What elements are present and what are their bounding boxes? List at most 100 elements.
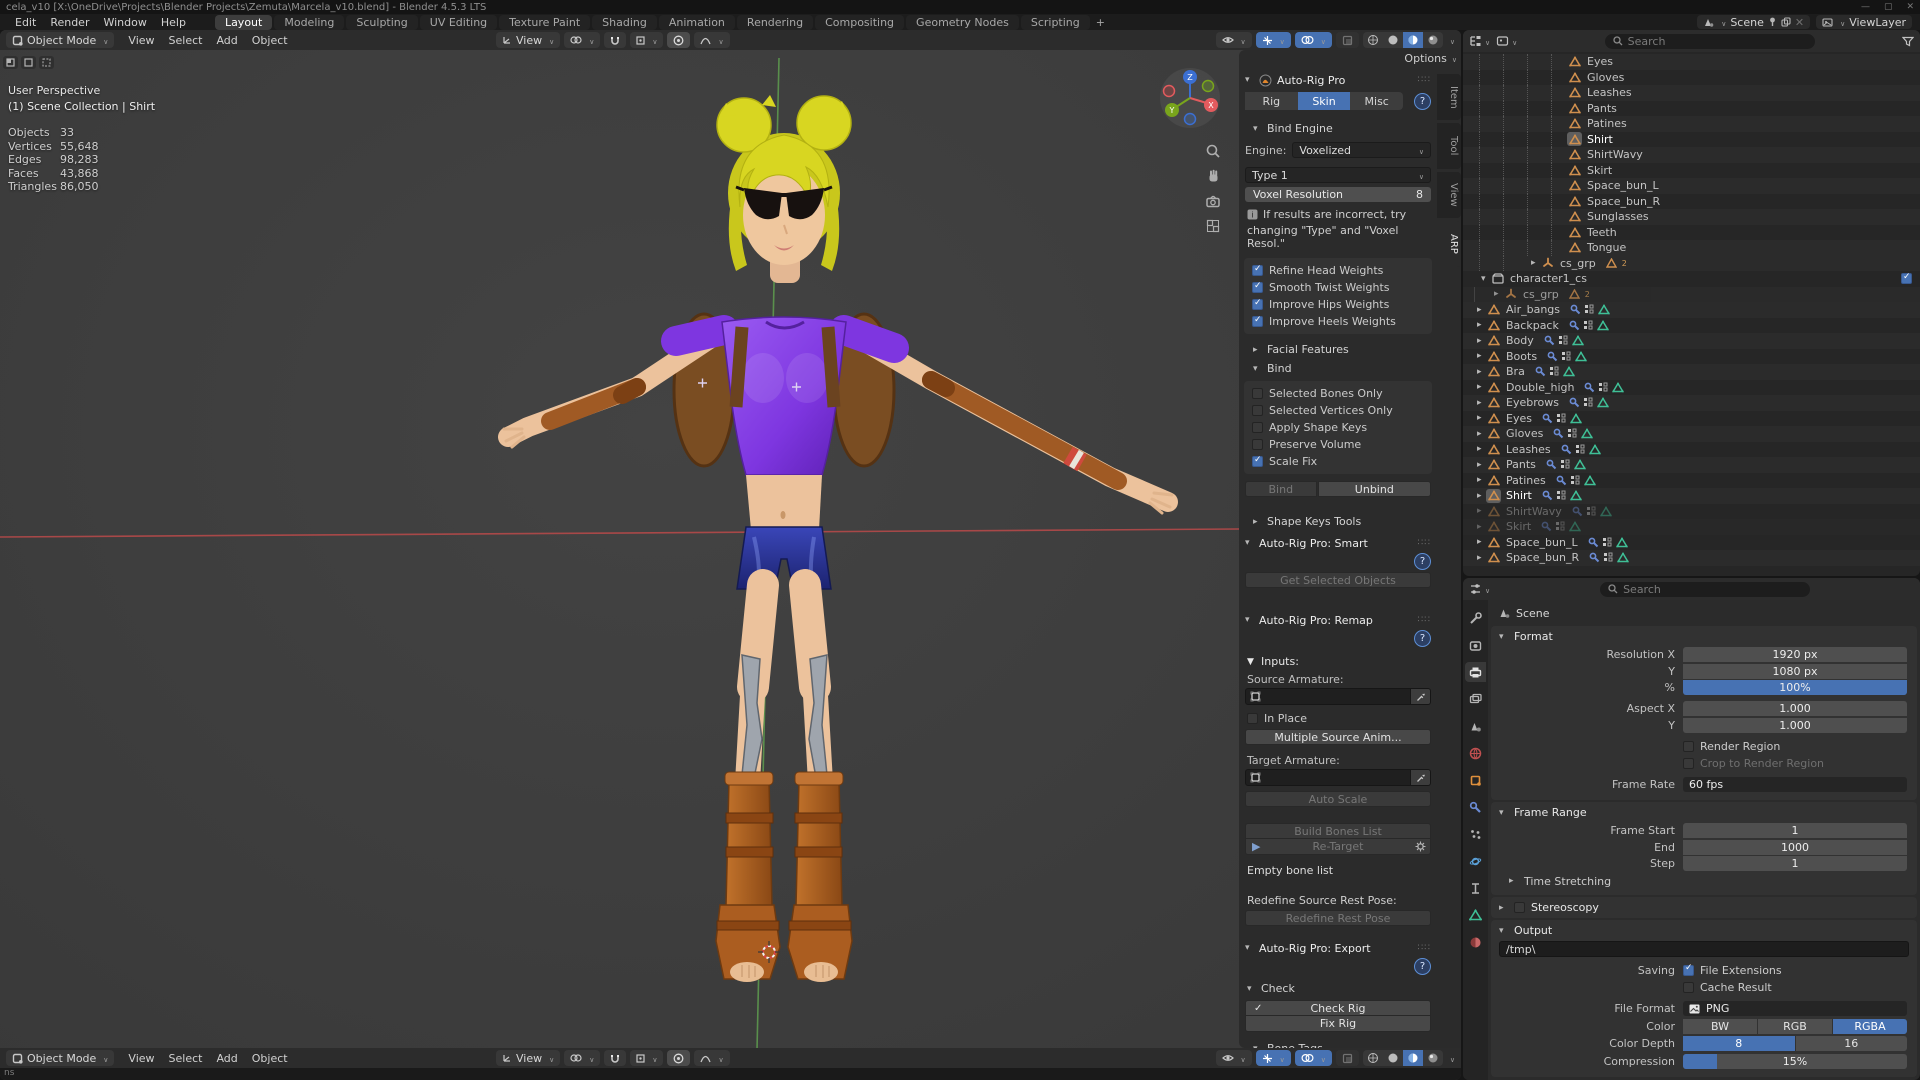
mesh-data-icon[interactable] (1567, 101, 1582, 115)
outliner-row[interactable]: Patines (1463, 116, 1920, 132)
color-mode-option[interactable]: BW (1683, 1019, 1757, 1034)
time-stretching-header[interactable]: ▸ Time Stretching (1491, 873, 1917, 889)
workspace-tab[interactable]: UV Editing (420, 15, 497, 30)
checkbox[interactable] (1252, 299, 1263, 310)
bind-section-header[interactable]: ▾ Bind (1239, 361, 1437, 376)
mesh-data-icon[interactable] (1486, 504, 1501, 518)
expand-icon[interactable]: ▸ (1477, 398, 1486, 408)
mesh-data-icon[interactable] (1567, 132, 1582, 146)
expand-icon[interactable]: ▸ (1477, 444, 1486, 454)
expand-icon[interactable]: ▸ (1494, 289, 1503, 299)
object-name[interactable]: Body (1506, 334, 1534, 347)
collection-icon[interactable] (1490, 272, 1505, 286)
tab-render[interactable] (1465, 635, 1486, 655)
checkbox[interactable] (1252, 405, 1263, 416)
target-armature-field[interactable] (1245, 769, 1411, 786)
search-input[interactable] (1623, 583, 1783, 596)
shape-keys-tools-header[interactable]: ▸ Shape Keys Tools (1239, 514, 1437, 529)
sidebar-tab[interactable]: View (1437, 172, 1461, 218)
frame-start-field[interactable]: 1 (1683, 823, 1907, 838)
object-name[interactable]: Pants (1587, 102, 1617, 115)
gizmos-toggle[interactable] (1256, 32, 1291, 48)
mesh-data-icon[interactable] (1486, 551, 1501, 565)
outliner-row-cs-grp[interactable]: ▸ cs_grp 2 (1463, 256, 1920, 272)
eyedropper-button[interactable] (1411, 769, 1431, 786)
multiple-source-anim-button[interactable]: Multiple Source Anim... (1245, 729, 1431, 745)
mesh-data-icon[interactable] (1567, 148, 1582, 162)
object-name[interactable]: Eyes (1506, 412, 1532, 425)
options-button[interactable]: Options (1404, 52, 1457, 65)
shading-wireframe-icon[interactable] (1363, 32, 1383, 48)
bind-engine-header[interactable]: ▾ Bind Engine (1239, 121, 1437, 136)
get-selected-objects-button[interactable]: Get Selected Objects (1245, 572, 1431, 588)
viewport-menu-item[interactable]: Object (246, 34, 294, 47)
snap-toggle[interactable] (604, 32, 626, 48)
mesh-data-icon[interactable] (1486, 349, 1501, 363)
object-name[interactable]: Pants (1506, 458, 1536, 471)
mesh-data-icon[interactable] (1567, 179, 1582, 193)
gizmos-toggle[interactable] (1256, 1050, 1291, 1066)
mesh-data-icon[interactable] (1567, 55, 1582, 69)
expand-icon[interactable]: ▸ (1477, 367, 1486, 377)
expand-icon[interactable]: ▸ (1477, 336, 1486, 346)
arp-tab[interactable]: Skin (1298, 92, 1351, 110)
falloff-dropdown[interactable] (694, 32, 729, 48)
help-button[interactable]: ? (1414, 958, 1431, 975)
object-name[interactable]: Sunglasses (1587, 210, 1649, 223)
checkbox[interactable] (1252, 456, 1263, 467)
properties-search[interactable] (1600, 582, 1810, 597)
resolution-percent-slider[interactable]: 100% (1683, 680, 1907, 695)
frame-range-header[interactable]: ▾ Frame Range (1491, 804, 1917, 821)
aspect-y-field[interactable]: 1.000 (1683, 718, 1907, 733)
outliner-row[interactable]: Pants (1463, 101, 1920, 117)
output-path-field[interactable]: /tmp\ (1499, 941, 1909, 957)
outliner-row[interactable]: Skirt (1463, 163, 1920, 179)
object-name[interactable]: Boots (1506, 350, 1537, 363)
checkbox[interactable] (1252, 265, 1263, 276)
xray-toggle[interactable] (1336, 1050, 1359, 1066)
bind-option-row[interactable]: Selected Bones Only (1252, 385, 1424, 402)
mesh-data-icon[interactable] (1567, 86, 1582, 100)
build-bones-list-button[interactable]: Build Bones List (1245, 823, 1431, 839)
object-name[interactable]: Backpack (1506, 319, 1559, 332)
object-name[interactable]: Double_high (1506, 381, 1574, 394)
collection-name[interactable]: character1_cs (1510, 272, 1587, 285)
grip-icon[interactable]: ∷∷ (1418, 615, 1431, 625)
checkbox[interactable] (1683, 758, 1694, 769)
mesh-data-icon[interactable] (1567, 163, 1582, 177)
maximize-button[interactable]: ▢ (1884, 2, 1893, 12)
weight-option-row[interactable]: Refine Head Weights (1252, 262, 1424, 279)
expand-icon[interactable]: ▸ (1477, 491, 1486, 501)
shading-material-icon[interactable] (1403, 1050, 1423, 1066)
collection-checkbox[interactable] (1901, 273, 1912, 284)
expand-icon[interactable]: ▸ (1477, 305, 1486, 315)
object-name[interactable]: Shirt (1506, 489, 1532, 502)
resolution-y-field[interactable]: 1080 px (1683, 664, 1907, 679)
outliner-row[interactable]: ▸ Body (1463, 333, 1920, 349)
crop-region-row[interactable]: Crop to Render Region (1683, 755, 1824, 772)
menu-item[interactable]: Window (96, 16, 153, 29)
file-format-dropdown[interactable]: PNG (1683, 1001, 1907, 1016)
checkbox[interactable] (1252, 422, 1263, 433)
overlays-toggle[interactable] (1295, 32, 1332, 48)
workspace-tab[interactable]: Animation (659, 15, 735, 30)
bind-button[interactable]: Bind (1245, 481, 1317, 497)
weight-option-row[interactable]: Smooth Twist Weights (1252, 279, 1424, 296)
color-depth-option[interactable]: 8 (1683, 1036, 1795, 1051)
character-model[interactable] (470, 75, 1190, 1015)
mesh-data-icon[interactable] (1486, 318, 1501, 332)
mesh-data-icon[interactable] (1486, 303, 1501, 317)
workspace-tab[interactable]: Scripting (1021, 15, 1090, 30)
weight-option-row[interactable]: Improve Heels Weights (1252, 313, 1424, 330)
mesh-data-icon[interactable] (1567, 241, 1582, 255)
viewport-menu-item[interactable]: Select (163, 1052, 209, 1065)
zoom-icon[interactable] (1204, 142, 1222, 160)
breadcrumb-label[interactable]: Scene (1516, 607, 1550, 620)
retarget-button[interactable]: ▶ Re-Target (1245, 839, 1431, 855)
mesh-data-icon[interactable] (1486, 396, 1501, 410)
outliner-row[interactable]: Leashes (1463, 85, 1920, 101)
outliner-row[interactable]: Gloves (1463, 70, 1920, 86)
expand-icon[interactable]: ▸ (1477, 537, 1486, 547)
outliner-row-collection[interactable]: ▾ character1_cs (1463, 271, 1920, 287)
object-name[interactable]: Patines (1506, 474, 1546, 487)
